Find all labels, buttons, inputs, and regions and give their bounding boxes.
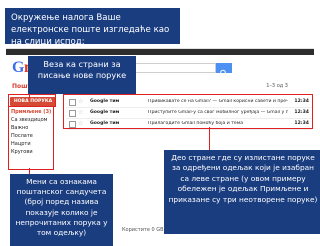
- search-icon: [220, 69, 227, 77]
- search-button[interactable]: [216, 63, 232, 77]
- sidebar-highlight: [8, 106, 54, 170]
- message-list-highlight: [63, 94, 313, 129]
- google-top-bar: [6, 49, 314, 55]
- labels-callout: Мени са ознакама поштанског сандучета (б…: [10, 174, 113, 246]
- page-info: 1–3 од 3: [266, 83, 288, 89]
- compose-callout: Веза ка страни за писање нове поруке: [28, 56, 136, 94]
- instruction-banner: Окружење налога Ваше електронске поште и…: [5, 8, 180, 47]
- message-list-callout: Део стране где су излистане поруке за од…: [164, 150, 320, 234]
- connector-line: [209, 127, 210, 150]
